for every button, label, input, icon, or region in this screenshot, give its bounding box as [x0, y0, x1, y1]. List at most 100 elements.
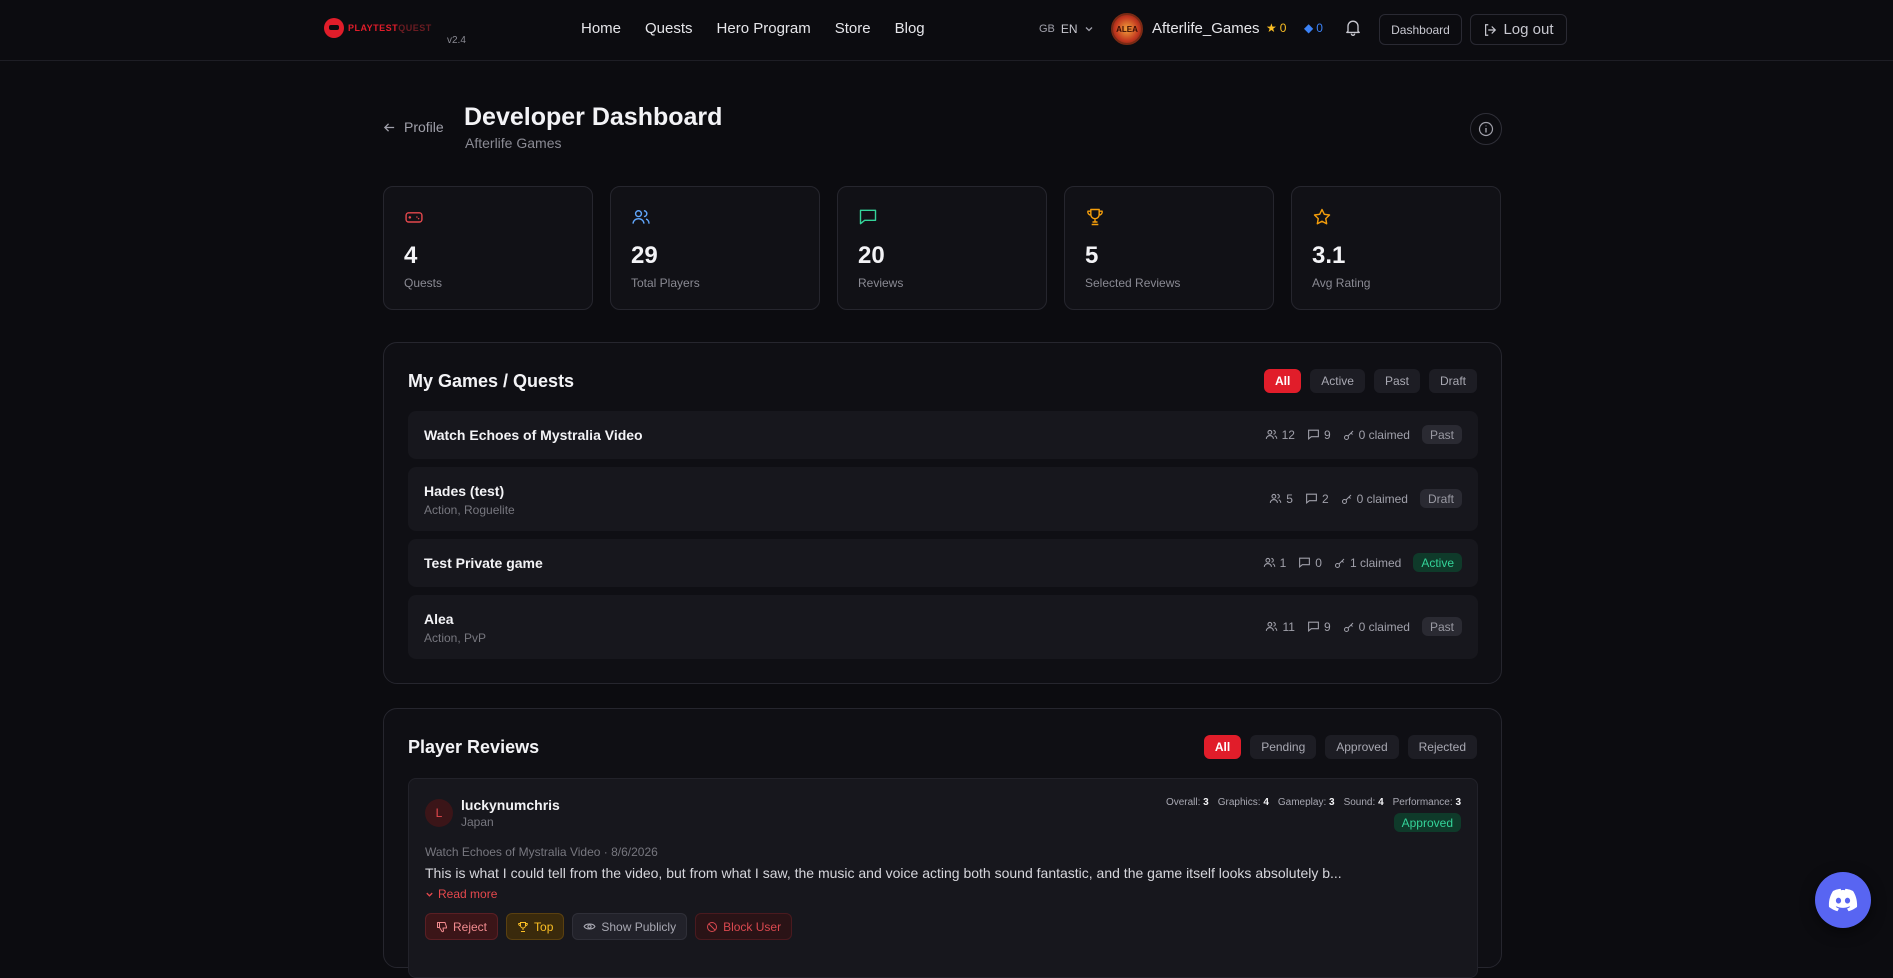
review-status-badge: Approved: [1393, 813, 1461, 832]
key-icon: [1334, 558, 1345, 568]
users-icon: [1270, 493, 1282, 503]
reviews-panel-title: Player Reviews: [408, 737, 540, 757]
gems-counter: ◆ 0: [1304, 21, 1323, 35]
user-avatar[interactable]: ALEA: [1111, 13, 1143, 45]
info-button[interactable]: [1470, 113, 1502, 145]
bell-icon[interactable]: [1343, 17, 1363, 37]
quest-row[interactable]: Watch Echoes of Mystralia Video 12 9 0 c…: [408, 411, 1478, 459]
reviews-count: 9: [1307, 620, 1331, 634]
reviews-count: 2: [1305, 492, 1329, 506]
arrow-left-icon: [383, 122, 395, 132]
message-icon: [1306, 493, 1317, 504]
page-title: Developer Dashboard: [464, 103, 723, 131]
quest-name: Watch Echoes of Mystralia Video: [424, 427, 643, 443]
message-icon: [1299, 557, 1311, 568]
nav-link-home[interactable]: Home: [581, 20, 621, 37]
score-performance: Performance: 3: [1392, 797, 1461, 808]
claimed-count: 0 claimed: [1343, 620, 1410, 634]
diamond-icon: ◆: [1304, 21, 1314, 35]
claimed-count: 0 claimed: [1341, 492, 1408, 506]
nav-link-quests[interactable]: Quests: [645, 20, 693, 37]
nav-link-blog[interactable]: Blog: [895, 20, 925, 37]
quest-name: Alea: [424, 611, 454, 627]
reviews-filter-pending[interactable]: Pending: [1250, 735, 1317, 759]
users-icon: [1265, 429, 1277, 439]
message-icon: [1308, 429, 1319, 440]
quests-filter-all[interactable]: All: [1263, 369, 1302, 393]
logout-button[interactable]: Log out: [1470, 14, 1567, 45]
ban-icon: [707, 921, 718, 932]
quests-panel: My Games / Quests All Active Past Draft …: [383, 342, 1502, 684]
score-overall: Overall: 3: [1165, 797, 1209, 808]
username[interactable]: Afterlife_Games: [1152, 20, 1260, 37]
stat-card-total-players: 29 Total Players: [610, 186, 820, 310]
discord-button[interactable]: [1815, 872, 1871, 928]
quests-filters: All Active Past Draft: [1263, 369, 1477, 393]
stars-counter: ★ 0: [1266, 21, 1287, 35]
quest-name: Test Private game: [424, 555, 543, 571]
stat-card-reviews: 20 Reviews: [837, 186, 1047, 310]
key-icon: [1343, 622, 1353, 632]
dashboard-button[interactable]: Dashboard: [1379, 14, 1462, 45]
players-count: 5: [1269, 492, 1293, 506]
reject-button[interactable]: Reject: [425, 913, 499, 940]
claimed-count: 1 claimed: [1334, 556, 1401, 570]
info-icon: [1478, 121, 1494, 137]
top-button[interactable]: Top: [506, 913, 565, 940]
show-publicly-button[interactable]: Show Publicly: [572, 913, 688, 940]
review-card: L luckynumchris Japan Overall: 3 Graphic…: [408, 778, 1478, 978]
players-count: 1: [1263, 556, 1286, 570]
logout-icon: [1485, 23, 1497, 36]
quests-filter-active[interactable]: Active: [1310, 369, 1365, 393]
players-count: 12: [1265, 428, 1295, 442]
quests-filter-draft[interactable]: Draft: [1428, 369, 1477, 393]
reviews-count: 0: [1298, 556, 1322, 570]
gamepad-icon: [405, 212, 423, 223]
claimed-count: 0 claimed: [1343, 428, 1410, 442]
stat-card-avg-rating: 3.1 Avg Rating: [1291, 186, 1501, 310]
quest-row[interactable]: Hades (test) Action, Roguelite 5 2 0 cla…: [408, 467, 1478, 531]
star-icon: ★: [1266, 21, 1277, 35]
reviews-panel: Player Reviews All Pending Approved Reje…: [383, 708, 1502, 978]
nav-link-hero-program[interactable]: Hero Program: [717, 20, 811, 37]
reviewer-name[interactable]: luckynumchris: [461, 797, 560, 813]
users-icon: [1263, 557, 1275, 567]
quest-genre: Action, Roguelite: [424, 503, 515, 517]
reviews-count: 9: [1307, 428, 1331, 442]
key-icon: [1343, 430, 1353, 440]
language-label: EN: [1060, 22, 1078, 36]
version-label: v2.4: [447, 35, 466, 46]
back-to-profile-link[interactable]: Profile: [383, 119, 444, 135]
score-graphics: Graphics: 4: [1217, 797, 1269, 808]
star-icon: [1313, 208, 1331, 225]
logo-icon: [324, 18, 344, 38]
quests-filter-past[interactable]: Past: [1373, 369, 1420, 393]
status-badge: Draft: [1419, 489, 1462, 508]
top-navbar: PLAYTESTQUEST v2.4 Home Quests Hero Prog…: [0, 0, 1893, 61]
score-sound: Sound: 4: [1343, 797, 1384, 808]
status-badge: Active: [1413, 553, 1462, 572]
block-user-button[interactable]: Block User: [695, 913, 793, 940]
reviews-filter-rejected[interactable]: Rejected: [1407, 735, 1477, 759]
chevron-down-icon: [426, 892, 433, 897]
message-icon: [859, 209, 877, 225]
language-selector[interactable]: GB EN: [1039, 22, 1094, 36]
site-logo[interactable]: PLAYTESTQUEST: [324, 18, 432, 38]
read-more-link[interactable]: Read more: [425, 887, 497, 901]
quest-name: Hades (test): [424, 483, 505, 499]
reviews-filters: All Pending Approved Rejected: [1203, 735, 1477, 759]
quest-row[interactable]: Test Private game 1 0 1 claimed Active: [408, 539, 1478, 587]
trophy-icon: [518, 921, 528, 932]
reviews-filter-all[interactable]: All: [1203, 735, 1242, 759]
users-icon: [632, 210, 650, 224]
flag-icon: GB: [1039, 23, 1055, 35]
trophy-icon: [1087, 208, 1103, 226]
review-actions: Reject Top Show Publicly Block User: [425, 913, 793, 940]
reviews-filter-approved[interactable]: Approved: [1325, 735, 1399, 759]
review-scores: Overall: 3 Graphics: 4 Gameplay: 3 Sound…: [1166, 797, 1461, 808]
quest-row[interactable]: Alea Action, PvP 11 9 0 claimed Past: [408, 595, 1478, 659]
page-subtitle: Afterlife Games: [465, 135, 562, 151]
nav-link-store[interactable]: Store: [835, 20, 871, 37]
chevron-down-icon: [1085, 27, 1093, 32]
quests-panel-title: My Games / Quests: [408, 371, 575, 391]
